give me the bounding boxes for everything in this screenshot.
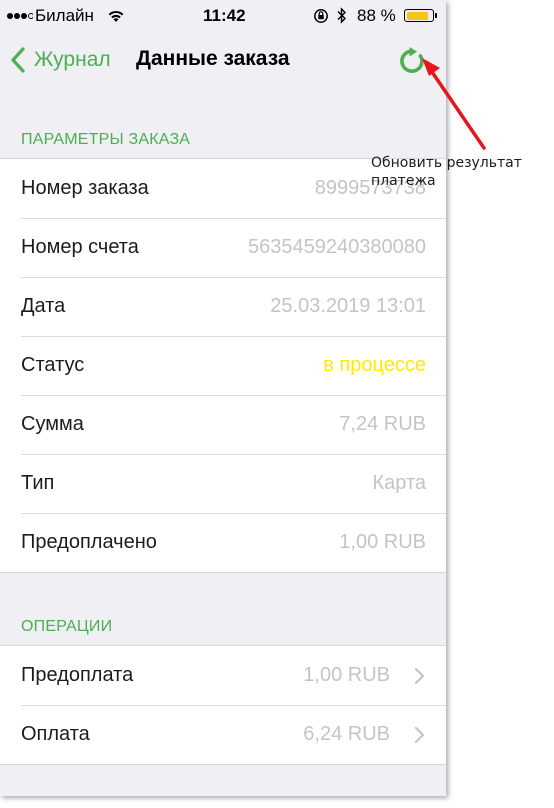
annotation-line-1: Обновить результат: [371, 155, 522, 171]
row-value: 6,24 RUB: [303, 723, 390, 745]
list-item-date: Дата 25.03.2019 13:01: [0, 277, 446, 336]
section-header-order-params: ПАРАМЕТРЫ ЗАКАЗА: [21, 131, 191, 148]
orientation-lock-icon: [314, 9, 328, 23]
list-item-prepayment-operation[interactable]: Предоплата 1,00 RUB: [0, 646, 446, 705]
row-value: 25.03.2019 13:01: [270, 295, 426, 317]
battery-level-fill: [406, 11, 428, 20]
row-label: Предоплата: [21, 664, 134, 686]
list-item-payment-operation[interactable]: Оплата 6,24 RUB: [0, 705, 446, 764]
status-value: в процессе: [323, 354, 426, 376]
battery-icon: [404, 9, 437, 22]
bluetooth-icon: [337, 7, 346, 24]
refresh-icon[interactable]: [396, 45, 428, 77]
chevron-right-icon: [414, 667, 425, 685]
chevron-left-icon: [11, 47, 25, 73]
back-button-label: Журнал: [34, 48, 111, 71]
wifi-icon: [108, 10, 124, 22]
phone-screen: Билайн 11:42 88 % Журнал Данные заказа П…: [0, 0, 446, 796]
list-item-invoice-number: Номер счета 5635459240380080: [0, 218, 446, 277]
list-item-amount: Сумма 7,24 RUB: [0, 395, 446, 454]
navigation-bar: Журнал Данные заказа: [0, 30, 446, 94]
section-header-operations: ОПЕРАЦИИ: [21, 618, 113, 635]
list-item-type: Тип Карта: [0, 454, 446, 513]
row-value: Карта: [372, 472, 426, 494]
list-item-status: Статус в процессе: [0, 336, 446, 395]
row-label: Дата: [21, 295, 66, 317]
back-button[interactable]: Журнал: [10, 40, 111, 80]
page-title: Данные заказа: [136, 47, 290, 70]
row-value: 1,00 RUB: [303, 664, 390, 686]
row-label: Тип: [21, 472, 55, 494]
list-item-prepaid: Предоплачено 1,00 RUB: [0, 513, 446, 572]
annotation-callout: Обновить результат платежа: [371, 154, 551, 190]
carrier-name: Билайн: [35, 6, 94, 25]
row-value: 7,24 RUB: [339, 413, 426, 435]
row-label: Сумма: [21, 413, 84, 435]
row-label: Статус: [21, 354, 85, 376]
row-value: 1,00 RUB: [339, 531, 426, 553]
row-label: Оплата: [21, 723, 90, 745]
battery-percent: 88 %: [357, 6, 396, 25]
annotation-line-2: платежа: [371, 173, 436, 189]
signal-dots-icon: [7, 13, 33, 19]
chevron-right-icon: [414, 726, 425, 744]
operations-group: Предоплата 1,00 RUB Оплата 6,24 RUB: [0, 645, 446, 765]
status-time: 11:42: [203, 6, 246, 25]
status-bar: Билайн 11:42 88 %: [0, 0, 446, 30]
row-label: Номер счета: [21, 236, 139, 258]
row-label: Номер заказа: [21, 177, 149, 199]
row-value: 5635459240380080: [248, 236, 426, 258]
row-label: Предоплачено: [21, 531, 157, 553]
order-params-group: Номер заказа 8999573738 Номер счета 5635…: [0, 158, 446, 573]
